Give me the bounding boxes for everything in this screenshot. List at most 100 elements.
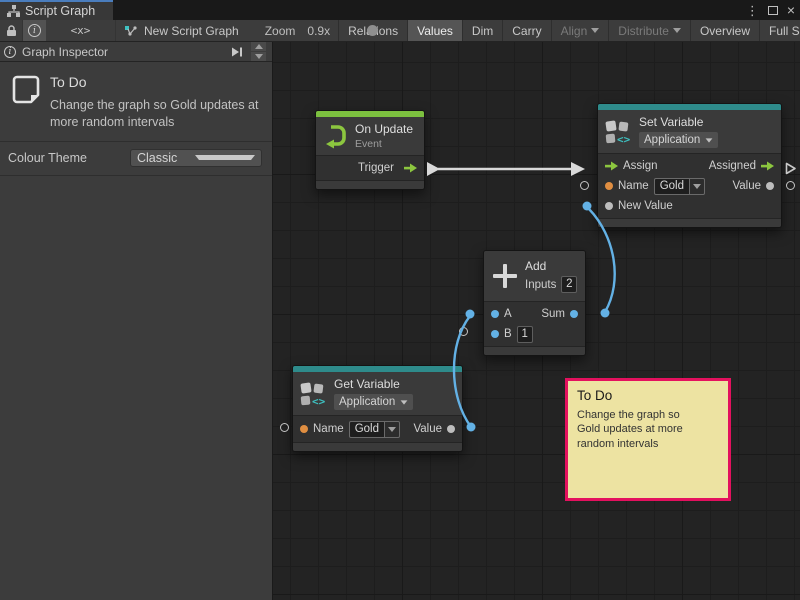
zoom-value: 0.9x	[301, 20, 338, 41]
spin-up-icon[interactable]	[251, 42, 266, 51]
svg-text:<>: <>	[617, 133, 631, 145]
b-value-field[interactable]: 1	[517, 326, 533, 343]
on-update-ports: Trigger	[316, 156, 424, 181]
window-close-icon[interactable]: ×	[787, 3, 795, 17]
spin-down-icon[interactable]	[251, 52, 266, 61]
b-port-label: B	[504, 328, 512, 340]
add-b-port-ring[interactable]	[459, 327, 468, 336]
colour-theme-label: Colour Theme	[8, 151, 130, 165]
variable-name-dropdown[interactable]	[690, 178, 705, 195]
graph-tab-icon	[7, 5, 20, 17]
node-subtitle: Event	[355, 138, 413, 150]
set-variable-ports: Assign Assigned Name Gold Value New Valu…	[598, 154, 781, 219]
name-input-port[interactable]	[300, 425, 308, 433]
chevron-down-icon	[401, 400, 408, 404]
variable-name-value[interactable]: Gold	[349, 421, 385, 438]
graph-inspector-panel: i Graph Inspector To Do Change the graph…	[0, 42, 273, 600]
window-maximize-icon[interactable]	[768, 6, 778, 15]
assigned-port-label: Assigned	[704, 160, 756, 172]
dim-button[interactable]: Dim	[462, 20, 502, 41]
chevron-down-icon	[693, 184, 701, 189]
chevron-down-icon	[673, 28, 681, 33]
distribute-label: Distribute	[618, 24, 669, 38]
inspector-title: Graph Inspector	[22, 45, 221, 59]
variables-toggle-button[interactable]: <x>	[46, 20, 116, 41]
b-input-port[interactable]	[491, 330, 499, 338]
align-button[interactable]: Align	[551, 20, 609, 41]
node-footer	[598, 219, 781, 227]
code-icon: <x>	[71, 24, 91, 37]
get-variable-name-port-ring[interactable]	[280, 423, 289, 432]
lock-button[interactable]	[0, 20, 23, 41]
sticky-note-title: To Do	[577, 388, 719, 403]
node-footer	[316, 181, 424, 189]
inputs-count-field[interactable]: 2	[561, 276, 577, 293]
assigned-port-triangle[interactable]	[784, 161, 797, 176]
colour-theme-dropdown[interactable]: Classic	[130, 149, 262, 167]
new-value-input-port[interactable]	[605, 202, 613, 210]
values-button[interactable]: Values	[407, 20, 462, 41]
node-add[interactable]: Add Inputs 2 A Sum B 1	[483, 250, 586, 356]
a-port-label: A	[504, 308, 512, 320]
svg-text:<>: <>	[312, 395, 326, 407]
variable-scope-dropdown[interactable]: Application	[639, 132, 718, 148]
distribute-button[interactable]: Distribute	[608, 20, 690, 41]
tab-label: Script Graph	[25, 4, 95, 18]
full-screen-button[interactable]: Full Screen	[759, 20, 800, 41]
sticky-note-icon	[10, 74, 40, 108]
variable-name-field[interactable]: Gold	[349, 421, 400, 438]
node-set-variable[interactable]: <> Set Variable Application Assign Assig…	[597, 103, 782, 228]
control-output-port[interactable]	[404, 163, 417, 173]
chevron-down-icon	[388, 427, 396, 432]
graph-note-summary: To Do Change the graph so Gold updates a…	[0, 62, 272, 141]
on-update-loop-icon	[322, 123, 348, 149]
node-title: Set Variable	[639, 115, 718, 129]
new-script-graph-button[interactable]: New Script Graph	[116, 20, 249, 41]
inspector-spinner	[251, 42, 268, 61]
node-title: Get Variable	[334, 377, 413, 391]
set-variable-name-port-ring[interactable]	[580, 181, 589, 190]
node-get-variable[interactable]: <> Get Variable Application Name Gold Va…	[292, 365, 463, 452]
set-variable-header: <> Set Variable Application	[598, 110, 781, 154]
control-input-port[interactable]	[605, 161, 618, 171]
get-variable-ports: Name Gold Value	[293, 416, 462, 443]
scope-value: Application	[644, 134, 700, 146]
name-port-label: Name	[313, 423, 344, 435]
inspector-toggle-button[interactable]: i	[23, 20, 46, 41]
overview-button[interactable]: Overview	[690, 20, 759, 41]
chevron-down-icon	[706, 138, 713, 142]
chevron-down-icon	[591, 28, 599, 33]
node-on-update[interactable]: On Update Event Trigger	[315, 110, 425, 190]
variable-scope-dropdown[interactable]: Application	[334, 394, 413, 410]
name-input-port[interactable]	[605, 182, 613, 190]
on-update-header: On Update Event	[316, 117, 424, 156]
trigger-port-label: Trigger	[358, 162, 399, 174]
value-output-port[interactable]	[447, 425, 455, 433]
new-script-graph-label: New Script Graph	[144, 24, 239, 38]
add-ports: A Sum B 1	[484, 302, 585, 347]
graph-toolbar: i <x> New Script Graph Zoom 0.9x Relatio…	[0, 20, 800, 42]
node-footer	[484, 347, 585, 355]
tab-script-graph[interactable]: Script Graph	[0, 0, 113, 20]
variable-name-value[interactable]: Gold	[654, 178, 690, 195]
variable-name-field[interactable]: Gold	[654, 178, 705, 195]
sticky-note-body: Change the graph so Gold updates at more…	[577, 408, 705, 451]
window-menu-icon[interactable]: ⋮	[746, 4, 759, 17]
variable-name-dropdown[interactable]	[385, 421, 400, 438]
control-output-port[interactable]	[761, 161, 774, 171]
name-port-label: Name	[618, 180, 649, 192]
info-icon: i	[28, 24, 41, 37]
value-output-port[interactable]	[766, 182, 774, 190]
collapse-panel-icon[interactable]	[227, 44, 245, 59]
note-title: To Do	[50, 74, 264, 90]
set-variable-value-port-ring[interactable]	[786, 181, 795, 190]
get-variable-header: <> Get Variable Application	[293, 372, 462, 416]
scope-value: Application	[339, 396, 395, 408]
sum-output-port[interactable]	[570, 310, 578, 318]
a-input-port[interactable]	[491, 310, 499, 318]
carry-button[interactable]: Carry	[502, 20, 550, 41]
colour-theme-value: Classic	[137, 151, 189, 165]
node-footer	[293, 443, 462, 451]
sticky-note[interactable]: To Do Change the graph so Gold updates a…	[565, 378, 731, 501]
value-port-label: Value	[413, 423, 442, 435]
